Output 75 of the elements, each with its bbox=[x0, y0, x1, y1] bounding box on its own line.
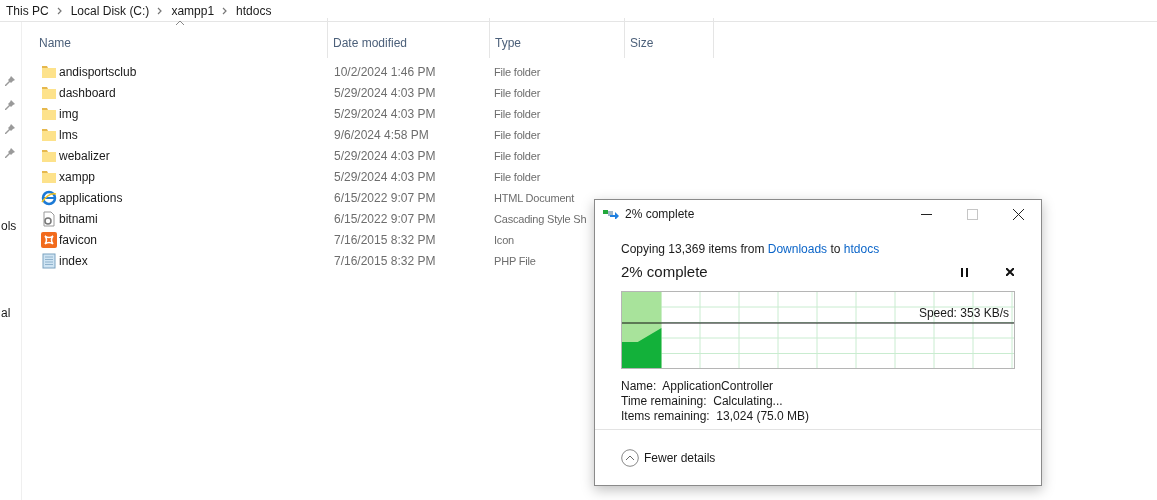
notepad-icon bbox=[41, 252, 57, 269]
date-cell: 9/6/2024 4:58 PM bbox=[334, 127, 429, 142]
column-header[interactable]: Date modified bbox=[328, 18, 490, 58]
date-cell: 5/29/2024 4:03 PM bbox=[334, 148, 436, 163]
detail-text: Name: ApplicationController bbox=[621, 379, 775, 394]
sort-caret-icon bbox=[175, 20, 185, 26]
logo-icon bbox=[41, 231, 57, 248]
date-cell: 5/29/2024 4:03 PM bbox=[334, 85, 436, 100]
folder-icon bbox=[41, 147, 57, 164]
type-cell: File folder bbox=[494, 65, 541, 78]
breadcrumb-item[interactable]: htdocs bbox=[234, 1, 274, 20]
breadcrumb-item[interactable]: Local Disk (C:) bbox=[68, 1, 152, 20]
type-cell: File folder bbox=[494, 149, 541, 162]
type-cell: File folder bbox=[494, 86, 541, 99]
file-name[interactable]: dashboard bbox=[59, 83, 116, 102]
type-cell: Cascading Style Sh bbox=[494, 212, 587, 225]
date-cell: 10/2/2024 1:46 PM bbox=[334, 64, 436, 79]
speed-label: Speed: 353 KB/s bbox=[918, 305, 1009, 322]
browser-document-icon bbox=[41, 189, 57, 206]
type-cell: File folder bbox=[494, 128, 541, 141]
type-cell: File folder bbox=[494, 170, 541, 183]
chevron-up-icon bbox=[621, 448, 639, 467]
breadcrumb-item[interactable]: xampp1 bbox=[169, 1, 217, 20]
gear-document-icon bbox=[41, 210, 57, 227]
folder-icon bbox=[41, 168, 57, 185]
breadcrumb-item[interactable]: This PC bbox=[4, 1, 51, 20]
destination-link[interactable]: htdocs bbox=[843, 242, 880, 256]
minimize-icon bbox=[920, 213, 932, 215]
file-name[interactable]: webalizer bbox=[59, 146, 110, 165]
type-cell: Icon bbox=[494, 233, 514, 246]
file-name[interactable]: index bbox=[59, 251, 88, 270]
folder-icon bbox=[41, 126, 57, 143]
file-name[interactable]: applications bbox=[59, 188, 123, 207]
source-link[interactable]: Downloads bbox=[767, 242, 828, 256]
file-name[interactable]: favicon bbox=[59, 230, 98, 249]
type-cell: PHP File bbox=[494, 254, 536, 267]
close-icon bbox=[1012, 208, 1024, 220]
maximize-icon bbox=[966, 208, 978, 220]
pin-icon bbox=[5, 100, 15, 110]
file-name[interactable]: lms bbox=[59, 125, 78, 144]
pin-icon bbox=[5, 76, 15, 86]
date-cell: 7/16/2015 8:32 PM bbox=[334, 232, 436, 247]
column-header[interactable]: Size bbox=[625, 18, 714, 58]
chevron-icon bbox=[222, 6, 229, 15]
column-header[interactable]: Type bbox=[490, 18, 625, 58]
date-cell: 5/29/2024 4:03 PM bbox=[334, 169, 436, 184]
folder-icon bbox=[41, 63, 57, 80]
date-cell: 5/29/2024 4:03 PM bbox=[334, 106, 436, 121]
column-header[interactable]: Name bbox=[22, 18, 328, 58]
chevron-icon bbox=[56, 6, 63, 15]
nav-item[interactable]: al bbox=[1, 304, 11, 322]
progress-heading: 2% complete bbox=[621, 261, 708, 282]
detail-text: Items remaining: 13,024 (75.0 MB) bbox=[621, 409, 811, 424]
pin-icon bbox=[5, 148, 15, 158]
file-name[interactable]: bitnami bbox=[59, 209, 98, 228]
file-name[interactable]: img bbox=[59, 104, 79, 123]
fewer-details-button[interactable]: Fewer details bbox=[621, 448, 716, 467]
date-cell: 6/15/2022 9:07 PM bbox=[334, 211, 436, 226]
copy-icon bbox=[603, 209, 619, 219]
date-cell: 7/16/2015 8:32 PM bbox=[334, 253, 436, 268]
folder-icon bbox=[41, 105, 57, 122]
pause-icon bbox=[960, 267, 968, 277]
date-cell: 6/15/2022 9:07 PM bbox=[334, 190, 436, 205]
window-title: 2% complete bbox=[625, 206, 695, 223]
type-cell: File folder bbox=[494, 107, 541, 120]
pin-icon bbox=[5, 124, 15, 134]
stop-icon bbox=[1006, 268, 1014, 276]
type-cell: HTML Document bbox=[494, 191, 575, 204]
file-name[interactable]: xampp bbox=[59, 167, 96, 186]
folder-icon bbox=[41, 84, 57, 101]
file-name[interactable]: andisportsclub bbox=[59, 62, 137, 81]
chevron-icon bbox=[157, 6, 164, 15]
detail-text: Time remaining: Calculating... bbox=[621, 394, 784, 409]
copy-description: Copying 13,369 items from Downloads to htdocs bbox=[621, 241, 881, 258]
nav-item[interactable]: ols bbox=[1, 217, 17, 235]
